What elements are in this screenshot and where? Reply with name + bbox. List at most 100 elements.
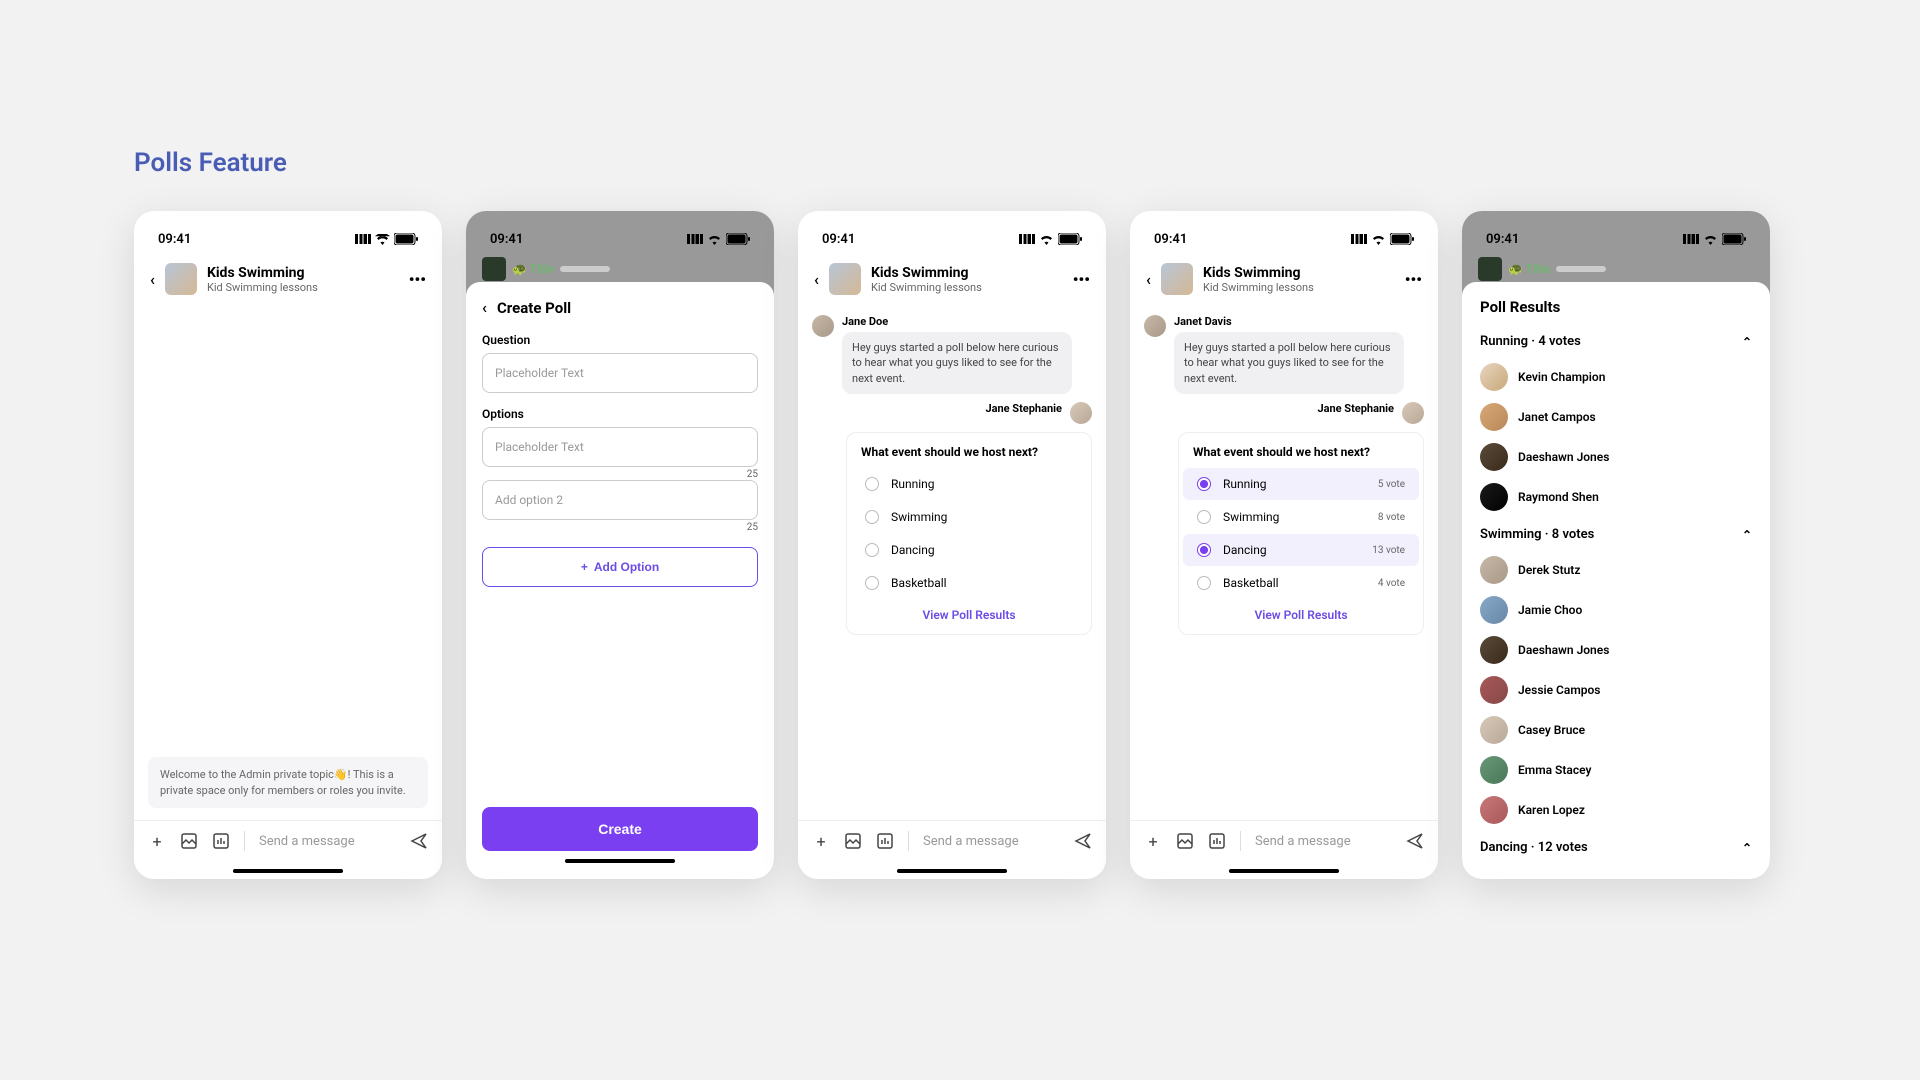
message-input[interactable]: Send a message — [259, 834, 396, 849]
signal-icon — [1683, 234, 1699, 244]
voter-avatar — [1480, 596, 1508, 624]
voter-avatar — [1480, 443, 1508, 471]
poll-option[interactable]: Dancing — [851, 534, 1087, 566]
send-icon[interactable] — [410, 832, 428, 850]
channel-avatar[interactable] — [829, 263, 861, 295]
more-icon[interactable]: ••• — [1073, 270, 1090, 289]
voter-name: Janet Campos — [1518, 410, 1596, 424]
send-icon[interactable] — [1406, 832, 1424, 850]
back-icon[interactable]: ‹ — [150, 270, 155, 289]
poll-option[interactable]: Basketball4 vote — [1183, 567, 1419, 599]
voter-row[interactable]: Karen Lopez — [1480, 790, 1752, 830]
more-icon[interactable]: ••• — [1405, 270, 1422, 289]
poll-option[interactable]: Running5 vote — [1183, 468, 1419, 500]
send-icon[interactable] — [1074, 832, 1092, 850]
option-input-1[interactable]: Placeholder Text — [482, 427, 758, 467]
voter-row[interactable]: Jessie Campos — [1480, 670, 1752, 710]
voter-avatar — [1480, 716, 1508, 744]
signal-icon — [1019, 234, 1035, 244]
poll-author-avatar[interactable] — [1402, 402, 1424, 424]
char-count-2: 25 — [482, 522, 758, 533]
signal-icon — [687, 234, 703, 244]
poll-icon[interactable] — [876, 832, 894, 850]
view-results-link[interactable]: View Poll Results — [847, 600, 1091, 622]
home-indicator — [233, 869, 343, 873]
poll-icon[interactable] — [1208, 832, 1226, 850]
home-indicator — [565, 859, 675, 863]
poll-option[interactable]: Swimming — [851, 501, 1087, 533]
channel-avatar[interactable] — [165, 263, 197, 295]
channel-subtitle: Kid Swimming lessons — [1203, 281, 1395, 294]
back-icon[interactable]: ‹ — [482, 298, 487, 317]
voter-row[interactable]: Emma Stacey — [1480, 750, 1752, 790]
option-label: Basketball — [891, 576, 1073, 590]
poll-question: What event should we host next? — [847, 445, 1091, 467]
voter-row[interactable]: Jamie Choo — [1480, 590, 1752, 630]
status-bar: 09:41 — [1130, 227, 1438, 251]
vote-count: 4 vote — [1378, 578, 1405, 589]
image-icon[interactable] — [180, 832, 198, 850]
voter-name: Jessie Campos — [1518, 683, 1600, 697]
question-input[interactable]: Placeholder Text — [482, 353, 758, 393]
poll-question: What event should we host next? — [1179, 445, 1423, 467]
plus-icon[interactable]: + — [148, 832, 166, 850]
voter-row[interactable]: Janet Campos — [1480, 397, 1752, 437]
voter-name: Casey Bruce — [1518, 723, 1585, 737]
back-icon[interactable]: ‹ — [1146, 270, 1151, 289]
radio-icon — [865, 543, 879, 557]
status-time: 09:41 — [158, 232, 191, 247]
title-placeholder — [1556, 266, 1606, 272]
question-label: Question — [482, 333, 758, 347]
compose-toolbar: + Send a message — [798, 820, 1106, 861]
message-input[interactable]: Send a message — [1255, 834, 1392, 849]
sender-avatar[interactable] — [812, 315, 834, 337]
back-icon[interactable]: ‹ — [814, 270, 819, 289]
status-time: 09:41 — [1486, 232, 1519, 247]
chevron-up-icon[interactable]: ⌃ — [1742, 528, 1752, 542]
radio-icon — [865, 576, 879, 590]
image-icon[interactable] — [1176, 832, 1194, 850]
channel-title: Kids Swimming — [207, 265, 399, 281]
vote-count: 8 vote — [1378, 512, 1405, 523]
option-label: Dancing — [1223, 543, 1360, 557]
channel-avatar[interactable] — [1161, 263, 1193, 295]
vote-count: 13 vote — [1372, 545, 1405, 556]
voter-avatar — [1480, 676, 1508, 704]
plus-icon[interactable]: + — [812, 832, 830, 850]
wifi-icon — [1039, 234, 1054, 245]
poll-author-avatar[interactable] — [1070, 402, 1092, 424]
poll-option[interactable]: Running — [851, 468, 1087, 500]
poll-icon[interactable] — [212, 832, 230, 850]
battery-icon — [1722, 233, 1746, 245]
title-placeholder — [560, 266, 610, 272]
compose-toolbar: + Send a message — [1130, 820, 1438, 861]
voter-name: Kevin Champion — [1518, 370, 1605, 384]
poll-option[interactable]: Basketball — [851, 567, 1087, 599]
compose-toolbar: + Send a message — [134, 820, 442, 861]
message-input[interactable]: Send a message — [923, 834, 1060, 849]
radio-icon — [865, 477, 879, 491]
signal-icon — [355, 234, 371, 244]
nav-header: ‹ Kids Swimming Kid Swimming lessons ••• — [798, 251, 1106, 307]
voter-row[interactable]: Raymond Shen — [1480, 477, 1752, 517]
more-icon[interactable]: ••• — [409, 270, 426, 289]
voter-row[interactable]: Daeshawn Jones — [1480, 437, 1752, 477]
option-label: Running — [1223, 477, 1366, 491]
add-option-button[interactable]: + Add Option — [482, 547, 758, 587]
plus-icon[interactable]: + — [1144, 832, 1162, 850]
options-label: Options — [482, 407, 758, 421]
chevron-up-icon[interactable]: ⌃ — [1742, 335, 1752, 349]
voter-row[interactable]: Casey Bruce — [1480, 710, 1752, 750]
poll-option[interactable]: Swimming8 vote — [1183, 501, 1419, 533]
chevron-up-icon[interactable]: ⌃ — [1742, 841, 1752, 855]
voter-row[interactable]: Kevin Champion — [1480, 357, 1752, 397]
image-icon[interactable] — [844, 832, 862, 850]
voter-avatar — [1480, 483, 1508, 511]
view-results-link[interactable]: View Poll Results — [1179, 600, 1423, 622]
sender-avatar[interactable] — [1144, 315, 1166, 337]
voter-row[interactable]: Derek Stutz — [1480, 550, 1752, 590]
poll-option[interactable]: Dancing 13 vote — [1183, 534, 1419, 566]
create-button[interactable]: Create — [482, 807, 758, 851]
voter-row[interactable]: Daeshawn Jones — [1480, 630, 1752, 670]
option-input-2[interactable]: Add option 2 — [482, 480, 758, 520]
